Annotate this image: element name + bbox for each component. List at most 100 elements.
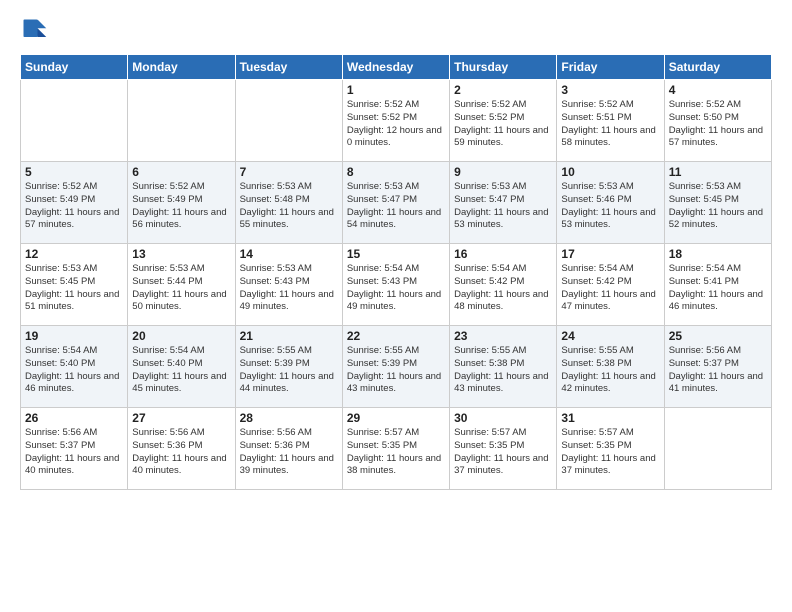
calendar-cell: 28 Sunrise: 5:56 AM Sunset: 5:36 PM Dayli…	[235, 408, 342, 490]
calendar-cell: 22 Sunrise: 5:55 AM Sunset: 5:39 PM Dayli…	[342, 326, 449, 408]
day-number: 3	[561, 83, 659, 97]
weekday-header: Monday	[128, 55, 235, 80]
day-info: Sunrise: 5:56 AM Sunset: 5:37 PM Dayligh…	[669, 345, 767, 396]
calendar-cell: 27 Sunrise: 5:56 AM Sunset: 5:36 PM Dayli…	[128, 408, 235, 490]
calendar-week-row: 5 Sunrise: 5:52 AM Sunset: 5:49 PM Daylig…	[21, 162, 772, 244]
weekday-header: Wednesday	[342, 55, 449, 80]
day-info: Sunrise: 5:53 AM Sunset: 5:46 PM Dayligh…	[561, 181, 659, 232]
day-number: 17	[561, 247, 659, 261]
day-info: Sunrise: 5:55 AM Sunset: 5:38 PM Dayligh…	[561, 345, 659, 396]
day-info: Sunrise: 5:54 AM Sunset: 5:40 PM Dayligh…	[25, 345, 123, 396]
day-info: Sunrise: 5:55 AM Sunset: 5:39 PM Dayligh…	[240, 345, 338, 396]
calendar-cell: 14Sunrise: 5:53 AM Sunset: 5:43 PM Dayli…	[235, 244, 342, 326]
day-number: 10	[561, 165, 659, 179]
day-info: Sunrise: 5:53 AM Sunset: 5:47 PM Dayligh…	[347, 181, 445, 232]
calendar-week-row: 12 Sunrise: 5:53 AM Sunset: 5:45 PM Dayli…	[21, 244, 772, 326]
calendar-cell: 17 Sunrise: 5:54 AM Sunset: 5:42 PM Dayli…	[557, 244, 664, 326]
day-number: 21	[240, 329, 338, 343]
day-number: 13	[132, 247, 230, 261]
day-number: 20	[132, 329, 230, 343]
day-number: 8	[347, 165, 445, 179]
weekday-header: Sunday	[21, 55, 128, 80]
calendar-week-row: 26 Sunrise: 5:56 AM Sunset: 5:37 PM Dayli…	[21, 408, 772, 490]
calendar-cell: 5Sunrise: 5:52 AM Sunset: 5:49 PM Daylig…	[21, 162, 128, 244]
calendar-cell	[235, 80, 342, 162]
day-number: 26	[25, 411, 123, 425]
day-info: Sunrise: 5:55 AM Sunset: 5:38 PM Dayligh…	[454, 345, 552, 396]
calendar-cell: 26 Sunrise: 5:56 AM Sunset: 5:37 PM Dayli…	[21, 408, 128, 490]
calendar-cell: 13 Sunrise: 5:53 AM Sunset: 5:44 PM Dayli…	[128, 244, 235, 326]
day-number: 4	[669, 83, 767, 97]
day-number: 18	[669, 247, 767, 261]
calendar-cell: 25 Sunrise: 5:56 AM Sunset: 5:37 PM Dayli…	[664, 326, 771, 408]
calendar-cell: 6 Sunrise: 5:52 AM Sunset: 5:49 PM Daylig…	[128, 162, 235, 244]
day-info: Sunrise: 5:54 AM Sunset: 5:42 PM Dayligh…	[454, 263, 552, 314]
day-number: 1	[347, 83, 445, 97]
calendar: SundayMondayTuesdayWednesdayThursdayFrid…	[20, 54, 772, 490]
day-info: Sunrise: 5:53 AM Sunset: 5:43 PM Dayligh…	[240, 263, 338, 314]
day-number: 9	[454, 165, 552, 179]
day-number: 27	[132, 411, 230, 425]
calendar-week-row: 1 Sunrise: 5:52 AM Sunset: 5:52 PM Daylig…	[21, 80, 772, 162]
calendar-cell: 20Sunrise: 5:54 AM Sunset: 5:40 PM Dayli…	[128, 326, 235, 408]
page: SundayMondayTuesdayWednesdayThursdayFrid…	[0, 0, 792, 612]
day-number: 2	[454, 83, 552, 97]
day-info: Sunrise: 5:53 AM Sunset: 5:45 PM Dayligh…	[25, 263, 123, 314]
day-number: 25	[669, 329, 767, 343]
calendar-week-row: 19 Sunrise: 5:54 AM Sunset: 5:40 PM Dayli…	[21, 326, 772, 408]
day-info: Sunrise: 5:52 AM Sunset: 5:52 PM Dayligh…	[347, 99, 445, 150]
day-info: Sunrise: 5:57 AM Sunset: 5:35 PM Dayligh…	[561, 427, 659, 478]
day-info: Sunrise: 5:53 AM Sunset: 5:45 PM Dayligh…	[669, 181, 767, 232]
weekday-header: Saturday	[664, 55, 771, 80]
calendar-cell: 29Sunrise: 5:57 AM Sunset: 5:35 PM Dayli…	[342, 408, 449, 490]
day-info: Sunrise: 5:56 AM Sunset: 5:36 PM Dayligh…	[240, 427, 338, 478]
day-info: Sunrise: 5:54 AM Sunset: 5:42 PM Dayligh…	[561, 263, 659, 314]
day-number: 19	[25, 329, 123, 343]
calendar-cell: 11Sunrise: 5:53 AM Sunset: 5:45 PM Dayli…	[664, 162, 771, 244]
calendar-cell: 9Sunrise: 5:53 AM Sunset: 5:47 PM Daylig…	[450, 162, 557, 244]
calendar-cell: 15Sunrise: 5:54 AM Sunset: 5:43 PM Dayli…	[342, 244, 449, 326]
calendar-cell: 3 Sunrise: 5:52 AM Sunset: 5:51 PM Daylig…	[557, 80, 664, 162]
day-number: 31	[561, 411, 659, 425]
day-info: Sunrise: 5:55 AM Sunset: 5:39 PM Dayligh…	[347, 345, 445, 396]
calendar-cell: 19 Sunrise: 5:54 AM Sunset: 5:40 PM Dayli…	[21, 326, 128, 408]
day-number: 16	[454, 247, 552, 261]
weekday-header: Tuesday	[235, 55, 342, 80]
day-info: Sunrise: 5:52 AM Sunset: 5:50 PM Dayligh…	[669, 99, 767, 150]
calendar-cell: 31 Sunrise: 5:57 AM Sunset: 5:35 PM Dayli…	[557, 408, 664, 490]
calendar-cell: 23 Sunrise: 5:55 AM Sunset: 5:38 PM Dayli…	[450, 326, 557, 408]
calendar-cell	[664, 408, 771, 490]
calendar-cell	[128, 80, 235, 162]
day-info: Sunrise: 5:53 AM Sunset: 5:44 PM Dayligh…	[132, 263, 230, 314]
day-info: Sunrise: 5:56 AM Sunset: 5:36 PM Dayligh…	[132, 427, 230, 478]
weekday-header-row: SundayMondayTuesdayWednesdayThursdayFrid…	[21, 55, 772, 80]
calendar-cell: 30 Sunrise: 5:57 AM Sunset: 5:35 PM Dayli…	[450, 408, 557, 490]
day-number: 29	[347, 411, 445, 425]
calendar-cell: 2 Sunrise: 5:52 AM Sunset: 5:52 PM Daylig…	[450, 80, 557, 162]
calendar-cell: 1 Sunrise: 5:52 AM Sunset: 5:52 PM Daylig…	[342, 80, 449, 162]
day-number: 28	[240, 411, 338, 425]
day-info: Sunrise: 5:53 AM Sunset: 5:48 PM Dayligh…	[240, 181, 338, 232]
header	[20, 16, 772, 44]
day-info: Sunrise: 5:52 AM Sunset: 5:52 PM Dayligh…	[454, 99, 552, 150]
calendar-cell: 24 Sunrise: 5:55 AM Sunset: 5:38 PM Dayli…	[557, 326, 664, 408]
day-info: Sunrise: 5:54 AM Sunset: 5:41 PM Dayligh…	[669, 263, 767, 314]
calendar-cell: 10 Sunrise: 5:53 AM Sunset: 5:46 PM Dayli…	[557, 162, 664, 244]
day-number: 5	[25, 165, 123, 179]
day-number: 6	[132, 165, 230, 179]
day-info: Sunrise: 5:52 AM Sunset: 5:49 PM Dayligh…	[132, 181, 230, 232]
weekday-header: Thursday	[450, 55, 557, 80]
day-number: 22	[347, 329, 445, 343]
day-info: Sunrise: 5:57 AM Sunset: 5:35 PM Dayligh…	[454, 427, 552, 478]
day-number: 30	[454, 411, 552, 425]
day-info: Sunrise: 5:52 AM Sunset: 5:51 PM Dayligh…	[561, 99, 659, 150]
day-number: 7	[240, 165, 338, 179]
day-number: 12	[25, 247, 123, 261]
calendar-cell: 4 Sunrise: 5:52 AM Sunset: 5:50 PM Daylig…	[664, 80, 771, 162]
day-info: Sunrise: 5:56 AM Sunset: 5:37 PM Dayligh…	[25, 427, 123, 478]
calendar-cell: 21 Sunrise: 5:55 AM Sunset: 5:39 PM Dayli…	[235, 326, 342, 408]
day-number: 24	[561, 329, 659, 343]
day-info: Sunrise: 5:54 AM Sunset: 5:43 PM Dayligh…	[347, 263, 445, 314]
day-number: 23	[454, 329, 552, 343]
calendar-cell: 18 Sunrise: 5:54 AM Sunset: 5:41 PM Dayli…	[664, 244, 771, 326]
